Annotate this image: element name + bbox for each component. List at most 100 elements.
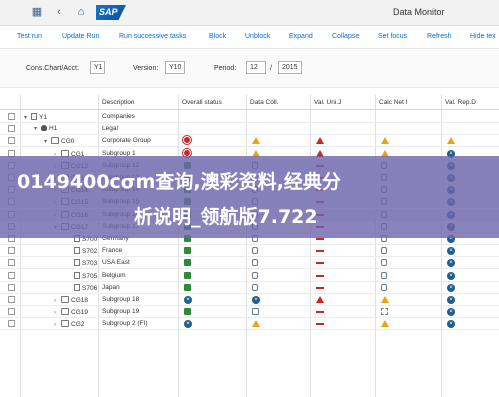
row-checkbox[interactable] [8, 320, 15, 328]
expand-toggle-icon[interactable]: › [54, 298, 61, 304]
tree-node[interactable]: › CG18 [54, 296, 88, 304]
table-row[interactable]: ▾ CG0 Corporate Group [0, 135, 499, 148]
tree-node[interactable]: S705 [67, 271, 97, 280]
table-row[interactable]: › CG2 Subgroup 2 (FI) × × [0, 318, 499, 331]
tree-node[interactable]: › CG19 [54, 308, 88, 316]
column-header-val-uni[interactable]: Val. Uni.J [314, 99, 341, 106]
calc-net-status-warning-icon[interactable] [381, 320, 389, 328]
row-checkbox[interactable] [8, 283, 15, 291]
grid-icon[interactable]: ▦ [30, 5, 44, 19]
tree-node[interactable]: ▾ CG0 [44, 137, 74, 145]
tree-node[interactable]: S703 [67, 259, 97, 267]
table-row[interactable]: ▾ Y1 Companies [0, 111, 499, 123]
column-header-val-rep[interactable]: Val. Rep.D [445, 99, 499, 106]
data-coll-status-warning-icon[interactable] [252, 320, 260, 328]
data-coll-status-lock-icon[interactable] [252, 283, 258, 291]
val-rep-status-blocked-icon[interactable]: × [447, 259, 455, 268]
tree-node[interactable]: ▾ Y1 [24, 113, 47, 121]
data-coll-status-document-icon[interactable] [252, 308, 259, 316]
year-field[interactable]: 2015 [278, 61, 302, 74]
val-rep-status-warning-icon[interactable] [447, 137, 455, 145]
val-uni-status-error-icon[interactable] [316, 137, 324, 145]
expand-toggle-icon[interactable]: ▾ [24, 114, 31, 121]
data-coll-status-lock-icon[interactable] [252, 259, 258, 267]
val-uni-status-error-icon[interactable] [316, 296, 324, 303]
data-coll-status-lock-icon[interactable] [252, 271, 258, 279]
data-coll-status-lock-icon[interactable] [252, 247, 258, 255]
val-uni-status-dash-icon[interactable] [316, 262, 324, 265]
calc-net-status-warning-icon[interactable] [381, 137, 389, 145]
calc-net-status-lock-icon[interactable] [381, 271, 387, 279]
collapse-button[interactable]: Collapse [332, 33, 359, 40]
val-uni-status-dash-icon[interactable] [316, 323, 324, 326]
overall-status-alert-burst-icon[interactable] [184, 137, 190, 144]
overall-status-blocked-icon[interactable]: × [184, 320, 192, 329]
val-uni-status-dash-icon[interactable] [316, 274, 324, 277]
tree-node[interactable]: › CG2 [54, 320, 84, 328]
table-row[interactable]: ▾ H1 Legal [0, 123, 499, 136]
overall-status-alert-burst-icon[interactable] [184, 149, 190, 156]
row-checkbox[interactable] [8, 271, 15, 279]
expand-toggle-icon[interactable]: › [54, 322, 61, 328]
val-uni-status-dash-icon[interactable] [316, 286, 324, 289]
calc-net-status-lock-icon[interactable] [381, 259, 387, 267]
tree-node[interactable]: S702 [67, 247, 97, 255]
test-run-button[interactable]: Test run [17, 33, 42, 40]
version-field[interactable]: Y10 [165, 61, 185, 74]
calc-net-status-warning-icon[interactable] [381, 296, 389, 303]
refresh-button[interactable]: Refresh [427, 33, 452, 40]
hide-text-button[interactable]: Hide tex [470, 33, 496, 40]
run-successive-tasks-button[interactable]: Run successive tasks [119, 33, 186, 40]
set-focus-button[interactable]: Set focus [378, 33, 407, 40]
overall-status-square-icon[interactable] [184, 271, 191, 279]
cons-chart-field[interactable]: Y1 [90, 61, 105, 74]
val-uni-status-dash-icon[interactable] [316, 250, 324, 253]
val-rep-status-blocked-icon[interactable]: × [447, 308, 455, 317]
val-rep-status-blocked-icon[interactable]: × [447, 271, 455, 280]
overall-status-blocked-icon[interactable]: × [184, 296, 192, 304]
val-rep-status-blocked-icon[interactable]: × [447, 296, 455, 304]
row-checkbox[interactable] [8, 137, 15, 145]
expand-button[interactable]: Expand [289, 33, 313, 40]
calc-net-status-lock-icon[interactable] [381, 283, 387, 291]
expand-toggle-icon[interactable]: ▾ [44, 138, 51, 145]
tree-node[interactable]: S706 [67, 283, 97, 292]
val-rep-status-blocked-icon[interactable]: × [447, 247, 455, 256]
calc-net-status-dashed-box-icon[interactable] [381, 308, 388, 316]
expand-toggle-icon[interactable]: ▾ [34, 125, 41, 132]
column-header-data-coll[interactable]: Data Coll. [250, 99, 279, 106]
column-header-description[interactable]: Description [102, 99, 135, 106]
overall-status-square-icon[interactable] [184, 308, 191, 316]
table-row[interactable]: S703 USA East × [0, 257, 499, 270]
table-row[interactable]: S706 Japan × [0, 282, 499, 294]
column-header-overall-status[interactable]: Overall status [182, 99, 222, 106]
row-checkbox[interactable] [8, 113, 15, 120]
row-checkbox[interactable] [8, 308, 15, 316]
period-field[interactable]: 12 [246, 61, 266, 74]
table-row[interactable]: S702 France × [0, 245, 499, 258]
home-icon[interactable]: ⌂ [74, 5, 88, 19]
table-row[interactable]: › CG18 Subgroup 18 × × × [0, 294, 499, 306]
row-checkbox[interactable] [8, 125, 15, 133]
overall-status-square-icon[interactable] [184, 247, 191, 255]
row-checkbox[interactable] [8, 296, 15, 303]
val-rep-status-blocked-icon[interactable]: × [447, 320, 455, 329]
val-uni-status-dash-icon[interactable] [316, 311, 324, 314]
val-rep-status-blocked-icon[interactable]: × [447, 283, 455, 292]
calc-net-status-lock-icon[interactable] [381, 247, 387, 255]
expand-toggle-icon[interactable]: › [54, 310, 61, 316]
table-row[interactable]: › CG19 Subgroup 19 × [0, 306, 499, 319]
data-coll-status-blocked-icon[interactable]: × [252, 296, 260, 304]
overall-status-square-icon[interactable] [184, 259, 191, 267]
update-run-button[interactable]: Update Run [62, 33, 99, 40]
column-header-calc-net[interactable]: Calc Net I [379, 99, 408, 106]
back-icon[interactable]: ‹ [52, 5, 66, 19]
val-uni-status-dash-icon[interactable] [316, 238, 324, 240]
block-button[interactable]: Block [209, 33, 226, 40]
unblock-button[interactable]: Unblock [245, 33, 270, 40]
overall-status-square-icon[interactable] [184, 283, 191, 291]
table-row[interactable]: S705 Belgium × [0, 270, 499, 282]
row-checkbox[interactable] [8, 247, 15, 255]
data-coll-status-warning-icon[interactable] [252, 137, 260, 145]
row-checkbox[interactable] [8, 259, 15, 267]
